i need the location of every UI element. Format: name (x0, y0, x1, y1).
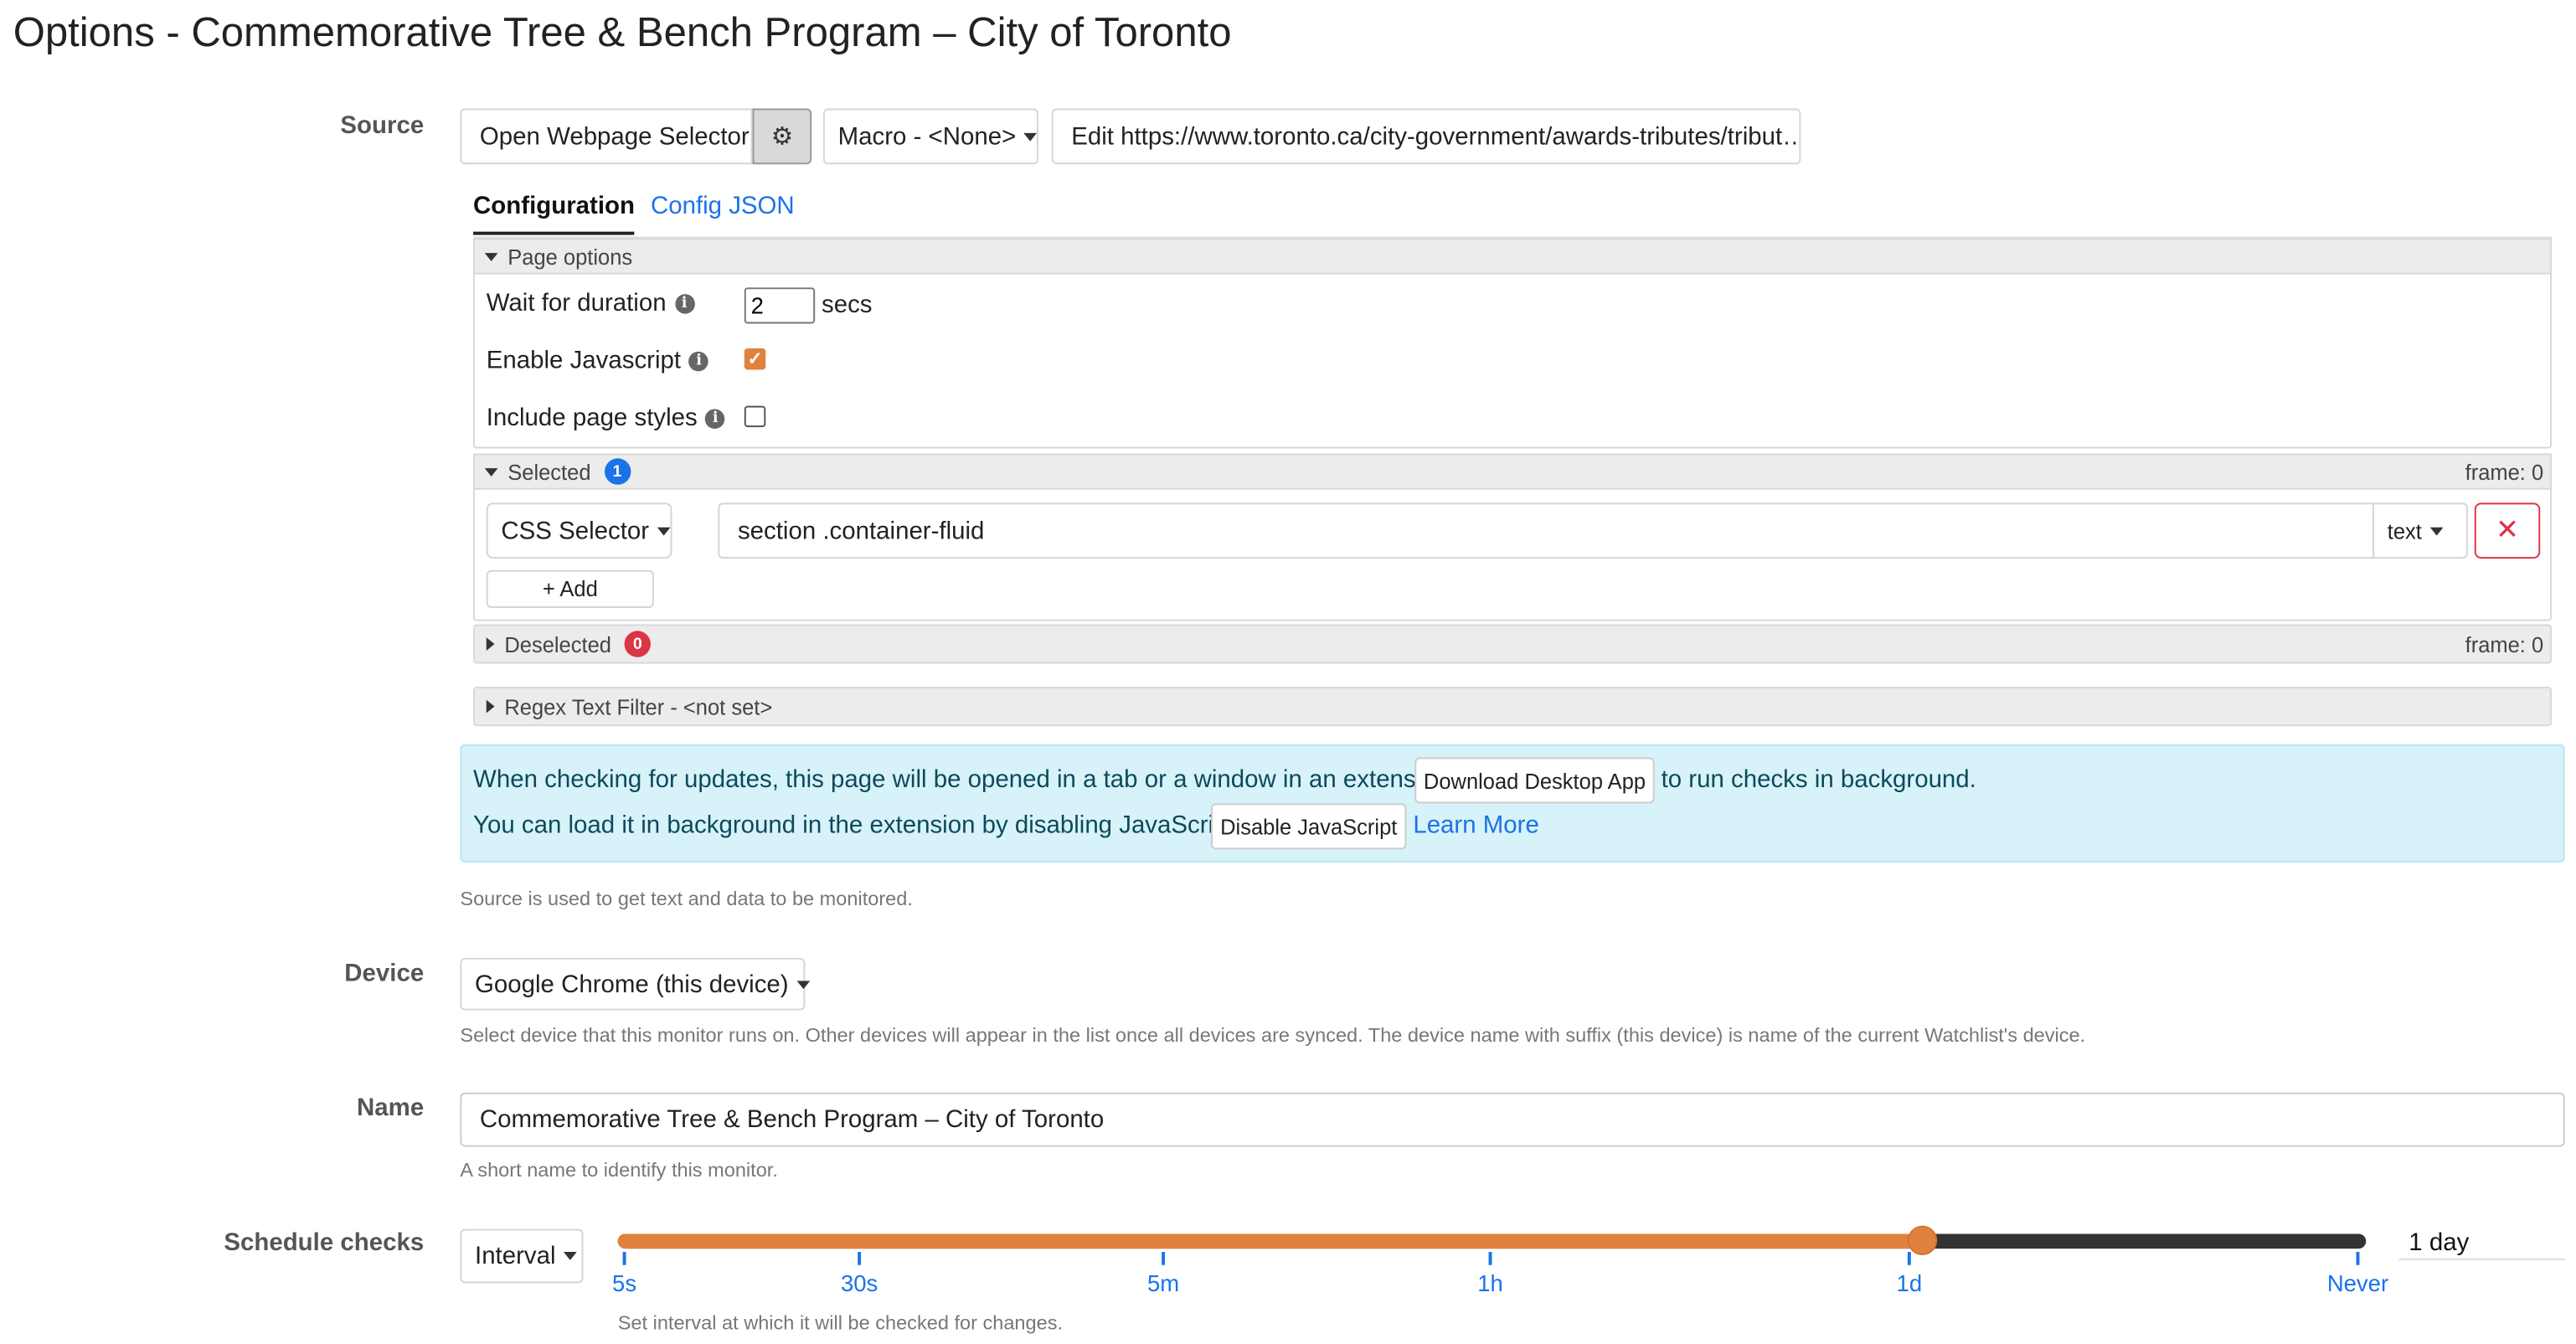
macro-dropdown[interactable]: Macro - <None> (822, 108, 1038, 165)
deselected-header[interactable]: Deselected 0 frame: 0 (473, 624, 2552, 664)
wait-duration-input[interactable] (744, 287, 816, 324)
edit-url-button[interactable]: Edit https://www.toronto.ca/city-governm… (1051, 108, 1801, 165)
interval-value: 1 day (2409, 1228, 2470, 1257)
enable-js-checkbox[interactable]: ✓ (744, 348, 766, 370)
interval-tick-mark (622, 1252, 626, 1265)
schedule-help: Set interval at which it will be checked… (617, 1311, 1064, 1335)
deselected-title: Deselected (504, 631, 611, 657)
output-type-label: text (2387, 518, 2422, 543)
interval-tick-label[interactable]: 30s (841, 1270, 878, 1296)
expand-icon (486, 637, 495, 651)
source-help: Source is used to get text and data to b… (460, 887, 913, 910)
wait-option: Wait for duration i (487, 289, 694, 317)
output-type-dropdown[interactable]: text (2372, 502, 2468, 559)
include-styles-option: Include page styles i (486, 404, 726, 433)
regex-filter-title: Regex Text Filter - <not set> (504, 693, 773, 719)
interval-tick-mark (2356, 1252, 2360, 1265)
collapse-icon (484, 252, 498, 260)
page-title: Options - Commemorative Tree & Bench Pro… (13, 9, 1232, 56)
learn-more-link[interactable]: Learn More (1413, 811, 1539, 839)
interval-value-box: 1 day (2398, 1223, 2565, 1260)
include-styles-checkbox[interactable] (744, 405, 766, 428)
interval-tick-label[interactable]: 1d (1897, 1270, 1923, 1296)
tab-config-json[interactable]: Config JSON (651, 193, 795, 220)
selected-title: Selected (507, 459, 591, 484)
collapse-icon (484, 467, 498, 476)
deselected-count-badge: 0 (624, 631, 652, 657)
schedule-mode-value: Interval (475, 1242, 556, 1270)
notice-line2: You can load it in background in the ext… (473, 811, 1241, 840)
interval-tick-label[interactable]: 1h (1477, 1270, 1503, 1296)
interval-tick-label[interactable]: Never (2327, 1270, 2388, 1296)
interval-tick-mark (1162, 1252, 1166, 1265)
interval-tick-mark (858, 1252, 862, 1265)
edit-url-label: Edit https://www.toronto.ca/city-governm… (1071, 122, 1801, 151)
selected-header[interactable]: Selected 1 frame: 0 (473, 453, 2552, 490)
monitor-name-input[interactable] (460, 1092, 2565, 1147)
deselected-frame: frame: 0 (2465, 631, 2544, 657)
enable-js-label: Enable Javascript (486, 346, 682, 375)
interval-slider-handle[interactable] (1909, 1227, 1936, 1254)
interval-tick-mark (1488, 1252, 1492, 1265)
wait-label: Wait for duration (486, 289, 667, 317)
schedule-label: Schedule checks (224, 1228, 425, 1257)
device-dropdown[interactable]: Google Chrome (this device) (460, 957, 806, 1011)
options-page: Options - Commemorative Tree & Bench Pro… (0, 0, 2576, 1344)
macro-label: Macro - <None> (837, 122, 1017, 151)
include-styles-label: Include page styles (486, 404, 698, 433)
selected-frame: frame: 0 (2465, 459, 2544, 484)
page-options-header[interactable]: Page options (473, 238, 2552, 275)
selector-input[interactable] (718, 502, 2375, 559)
name-help: A short name to identify this monitor. (460, 1158, 778, 1182)
name-label: Name (357, 1094, 425, 1123)
enable-js-option: Enable Javascript i (487, 347, 709, 374)
check-icon: ✓ (747, 349, 763, 370)
device-help: Select device that this monitor runs on.… (460, 1023, 2086, 1047)
tab-configuration-label: Configuration (473, 192, 635, 220)
interval-tick-label[interactable]: 5s (612, 1270, 636, 1296)
download-desktop-app-button[interactable]: Download Desktop App (1414, 757, 1655, 804)
device-value: Google Chrome (this device) (475, 970, 789, 998)
selector-type-label: CSS Selector (501, 517, 650, 545)
disable-javascript-button[interactable]: Disable JavaScript (1210, 803, 1407, 850)
close-icon: ✕ (2496, 514, 2519, 546)
wait-unit: secs (822, 291, 873, 319)
device-label: Device (344, 959, 425, 988)
info-icon: i (688, 350, 709, 371)
gear-icon: ⚙ (770, 123, 794, 152)
interval-tick-label[interactable]: 5m (1147, 1270, 1179, 1296)
selected-count-badge: 1 (604, 458, 631, 485)
info-icon: i (705, 408, 726, 429)
selector-type-dropdown[interactable]: CSS Selector (486, 502, 672, 559)
tab-configuration[interactable]: Configuration (473, 193, 635, 235)
open-webpage-selector-label: Open Webpage Selector (479, 122, 750, 151)
remove-selector-button[interactable]: ✕ (2474, 502, 2541, 559)
source-label: Source (340, 111, 425, 140)
interval-slider-fill (617, 1233, 1923, 1249)
interval-tick-mark (1907, 1252, 1911, 1265)
notice-line1: When checking for updates, this page wil… (473, 765, 1456, 794)
page-options-title: Page options (507, 244, 633, 269)
tab-config-json-label: Config JSON (650, 192, 795, 220)
expand-icon (486, 699, 495, 713)
disable-javascript-label: Disable JavaScript (1220, 814, 1398, 839)
download-desktop-app-label: Download Desktop App (1423, 768, 1646, 793)
add-selector-button[interactable]: + Add (486, 569, 654, 608)
add-selector-label: + Add (542, 576, 598, 602)
open-webpage-selector-button[interactable]: Open Webpage Selector (460, 108, 753, 165)
info-icon: i (674, 293, 694, 313)
notice-line1-suffix: to run checks in background. (1661, 765, 1976, 794)
regex-filter-header[interactable]: Regex Text Filter - <not set> (473, 687, 2552, 727)
selector-settings-button[interactable]: ⚙ (752, 108, 812, 165)
schedule-mode-dropdown[interactable]: Interval (460, 1228, 584, 1284)
